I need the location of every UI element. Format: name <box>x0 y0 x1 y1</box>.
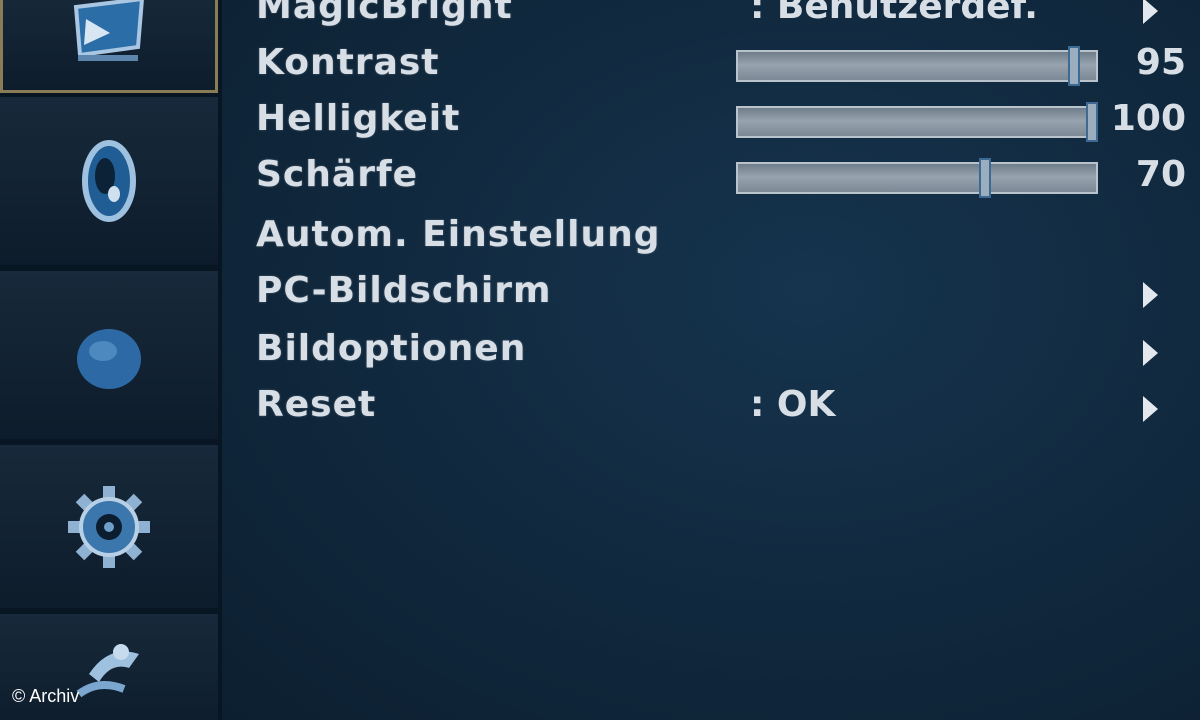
sidebar-tab-picture[interactable] <box>0 0 218 93</box>
menu-item-value: : Benutzerdef. <box>750 0 1038 27</box>
menu-item-label: Bildoptionen <box>256 328 527 369</box>
sidebar-tab-image-size[interactable] <box>0 271 218 439</box>
menu-item-label: MagicBright <box>256 0 513 27</box>
setup-icon <box>68 485 150 568</box>
slider-handle[interactable] <box>978 158 991 198</box>
menu-item-kontrast[interactable]: Kontrast 95 <box>256 42 1186 92</box>
chevron-right-icon <box>1143 340 1158 366</box>
menu-item-label: Kontrast <box>256 42 440 83</box>
osd-sidebar <box>0 0 222 720</box>
menu-item-magicbright[interactable]: MagicBright : Benutzerdef. <box>256 0 1186 36</box>
slider-value: 100 <box>1110 98 1186 139</box>
menu-item-label: Autom. Einstellung <box>256 214 661 255</box>
menu-item-reset[interactable]: Reset : OK <box>256 384 1186 434</box>
menu-item-label: Reset <box>256 384 377 425</box>
slider-handle[interactable] <box>1068 46 1081 86</box>
menu-item-autom-einstellung[interactable]: Autom. Einstellung <box>256 214 1186 264</box>
menu-item-label: PC-Bildschirm <box>256 270 552 311</box>
menu-item-value: : OK <box>750 384 836 425</box>
sidebar-tab-color[interactable] <box>0 97 218 265</box>
information-icon <box>76 644 139 698</box>
slider-value: 95 <box>1135 42 1186 83</box>
menu-item-label: Schärfe <box>256 154 419 195</box>
chevron-right-icon <box>1143 396 1158 422</box>
kontrast-slider[interactable] <box>736 46 1098 86</box>
copyright-watermark: © Archiv <box>12 686 80 706</box>
color-icon <box>82 140 136 222</box>
sidebar-tab-setup[interactable] <box>0 445 218 608</box>
menu-item-schaerfe[interactable]: Schärfe 70 <box>256 154 1186 204</box>
helligkeit-slider[interactable] <box>736 102 1098 142</box>
image-size-icon <box>77 329 141 389</box>
menu-item-pc-bildschirm[interactable]: PC-Bildschirm <box>256 270 1186 320</box>
schaerfe-slider[interactable] <box>736 158 1098 198</box>
picture-icon <box>73 0 144 61</box>
chevron-right-icon <box>1143 282 1158 308</box>
menu-item-helligkeit[interactable]: Helligkeit 100 <box>256 98 1186 148</box>
menu-item-label: Helligkeit <box>256 98 461 139</box>
chevron-right-icon <box>1143 0 1158 24</box>
menu-item-bildoptionen[interactable]: Bildoptionen <box>256 328 1186 378</box>
slider-value: 70 <box>1135 154 1186 195</box>
